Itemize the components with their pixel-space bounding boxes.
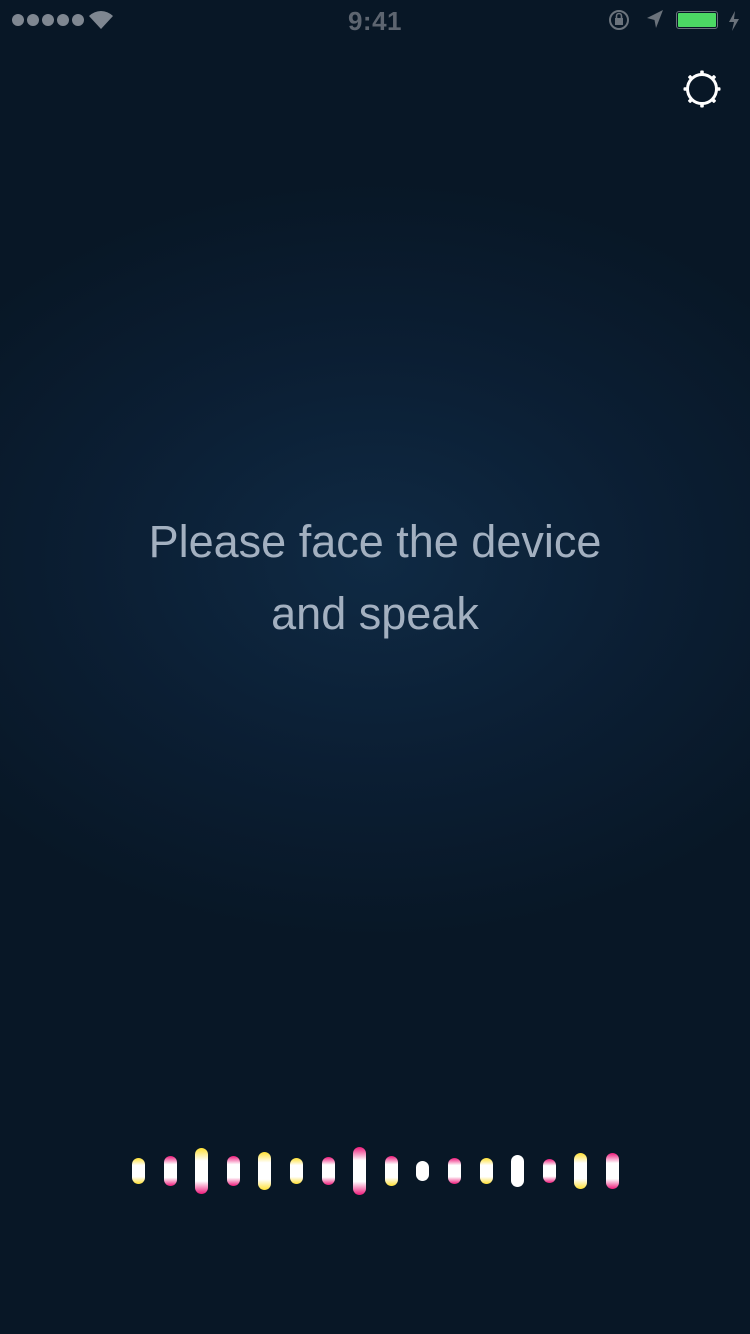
- voice-level-bar: [384, 1155, 398, 1187]
- voice-level-bar: [606, 1153, 619, 1189]
- status-time: 9:41: [347, 6, 403, 36]
- voice-level-bar: [448, 1158, 461, 1184]
- voice-level-bar: [226, 1155, 240, 1187]
- voice-level-bar: [479, 1158, 493, 1184]
- voice-level-bar: [163, 1156, 177, 1186]
- location-arrow-icon: [647, 10, 663, 28]
- gear-icon: [683, 70, 721, 108]
- voice-level-bar: [542, 1159, 556, 1183]
- status-bar: 9:41: [0, 0, 750, 40]
- voice-level-bar: [353, 1146, 367, 1196]
- voice-input-screen: 9:41 Please face the device and speak: [0, 0, 750, 1334]
- prompt-line-2: and speak: [271, 588, 479, 639]
- voice-level-bar: [258, 1152, 272, 1190]
- voice-level-bar: [574, 1152, 588, 1190]
- charging-bolt-icon: [729, 11, 739, 31]
- voice-waveform: [0, 1120, 750, 1220]
- orientation-lock-icon: [609, 10, 629, 30]
- voice-level-bar: [511, 1155, 525, 1187]
- speak-prompt: Please face the device and speak: [75, 506, 675, 650]
- voice-level-bar: [321, 1157, 335, 1185]
- battery-level: [678, 13, 716, 27]
- voice-level-bar: [290, 1157, 303, 1184]
- prompt-line-1: Please face the device: [148, 516, 602, 567]
- battery-icon: [676, 11, 720, 29]
- voice-level-bar: [132, 1157, 145, 1185]
- voice-level-bar: [195, 1147, 209, 1195]
- settings-button[interactable]: [679, 66, 725, 112]
- voice-level-bar: [416, 1160, 430, 1182]
